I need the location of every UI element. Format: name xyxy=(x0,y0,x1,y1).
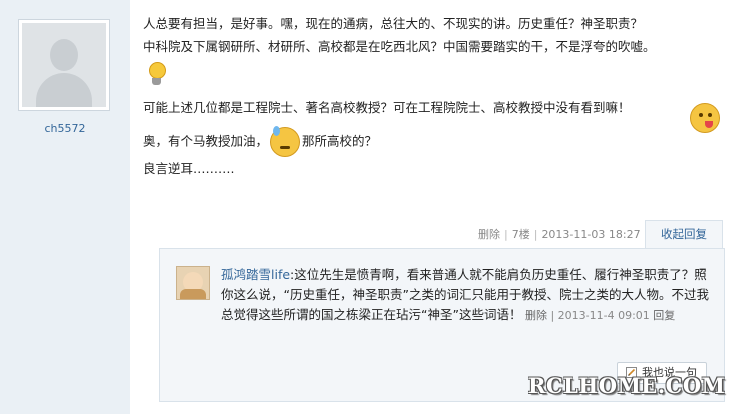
reply-avatar[interactable] xyxy=(176,266,210,300)
avatar-placeholder-icon xyxy=(22,23,106,107)
post-content: 人总要有担当，是好事。嘿，现在的通病，总往大的、不现实的讲。历史重任？神圣职责？… xyxy=(143,12,723,180)
post-line: 中科院及下属钢研所、材研所、高校都是在吃西北风？中国需要踏实的干，不是浮夸的吹嘘… xyxy=(143,39,656,54)
site-watermark: RCLHOME.COM xyxy=(528,373,726,398)
reply-item: 孤鸿踏雪life:这位先生是愤青啊，看来普通人就不能肩负历史重任、履行神圣职责了… xyxy=(221,267,709,322)
post-line: 可能上述几位都是工程院士、著名高校教授？可在工程院院士、高校教授中没有看到嘛！ xyxy=(143,100,631,115)
post-meta: 删除 | 7楼 | 2013-11-03 18:27 xyxy=(478,228,641,241)
reply-delete-link[interactable]: 删除 xyxy=(525,309,547,322)
post-line-part: 那所高校的？ xyxy=(302,133,378,149)
lightbulb-icon xyxy=(147,62,167,88)
sweat-emoji-icon xyxy=(270,126,301,157)
reply-meta: 删除 | 2013-11-4 09:01 回复 xyxy=(524,309,676,322)
post-line: 人总要有担当，是好事。嘿，现在的通病，总往大的、不现实的讲。历史重任？神圣职责？ xyxy=(143,16,644,31)
tongue-out-emoji-icon xyxy=(690,103,720,133)
author-username[interactable]: ch5572 xyxy=(0,122,130,135)
reply-username[interactable]: 孤鸿踏雪life xyxy=(221,267,290,282)
collapse-reply-button[interactable]: 收起回复 xyxy=(645,220,723,249)
author-avatar[interactable] xyxy=(18,19,110,111)
reply-link[interactable]: 回复 xyxy=(653,309,675,322)
delete-link[interactable]: 删除 xyxy=(478,228,500,241)
post-line-part: 奥，有个马教授加油， xyxy=(143,133,269,149)
author-sidebar: ch5572 xyxy=(0,0,130,414)
post-timestamp: 2013-11-03 18:27 xyxy=(541,228,641,241)
floor-number: 7楼 xyxy=(511,228,530,241)
reply-timestamp: 2013-11-4 09:01 xyxy=(557,309,650,322)
post-line: 良言逆耳………. xyxy=(143,161,235,176)
